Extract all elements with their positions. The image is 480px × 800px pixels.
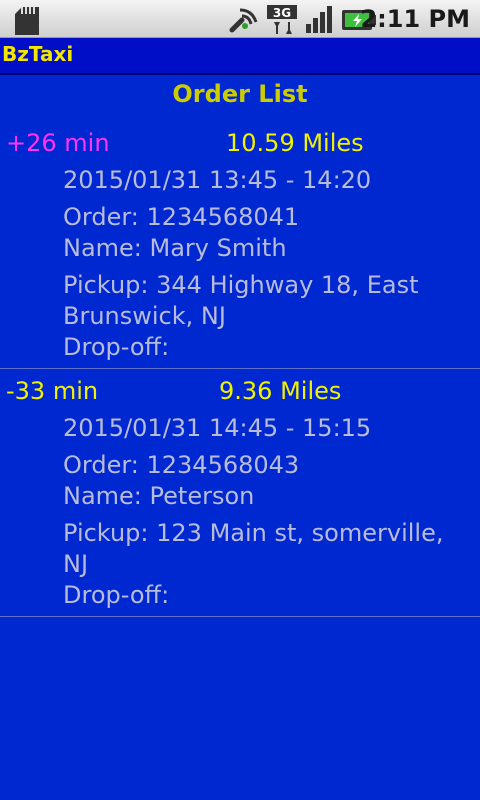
order-list-item[interactable]: -33 min 9.36 Miles 2015/01/31 14:45 - 15… [0,369,480,617]
sd-card-icon [15,7,39,35]
order-delay: +26 min [6,129,110,157]
signal-wifi-icon [229,8,258,33]
order-list-item[interactable]: +26 min 10.59 Miles 2015/01/31 13:45 - 1… [0,121,480,369]
app-title-bar: BzTaxi [0,38,480,75]
order-list-screen: Order List +26 min 10.59 Miles 2015/01/3… [0,77,480,800]
dropoff-address: Drop-off: [63,333,170,361]
pickup-address: Pickup: 344 Highway 18, East Brunswick, … [63,271,419,330]
status-bar: 3G 2:11 PM [0,0,480,38]
network-type-label: 3G [273,6,291,20]
order-distance: 10.59 Miles [226,129,364,157]
page-title: Order List [172,80,308,108]
order-distance: 9.36 Miles [219,377,342,405]
customer-name: Name: Peterson [63,482,255,510]
app-title: BzTaxi [2,42,74,66]
cell-signal-icon [306,6,332,33]
order-time-window: 2015/01/31 14:45 - 15:15 [63,414,372,442]
customer-name: Name: Mary Smith [63,234,287,262]
3g-data-icon: 3G [267,5,297,34]
order-delay: -33 min [6,377,99,405]
dropoff-address: Drop-off: [63,581,170,609]
order-number: Order: 1234568043 [63,451,300,479]
status-time: 2:11 PM [360,5,470,33]
order-time-window: 2015/01/31 13:45 - 14:20 [63,166,372,194]
pickup-address: Pickup: 123 Main st, somerville, NJ [63,519,444,578]
order-number: Order: 1234568041 [63,203,300,231]
